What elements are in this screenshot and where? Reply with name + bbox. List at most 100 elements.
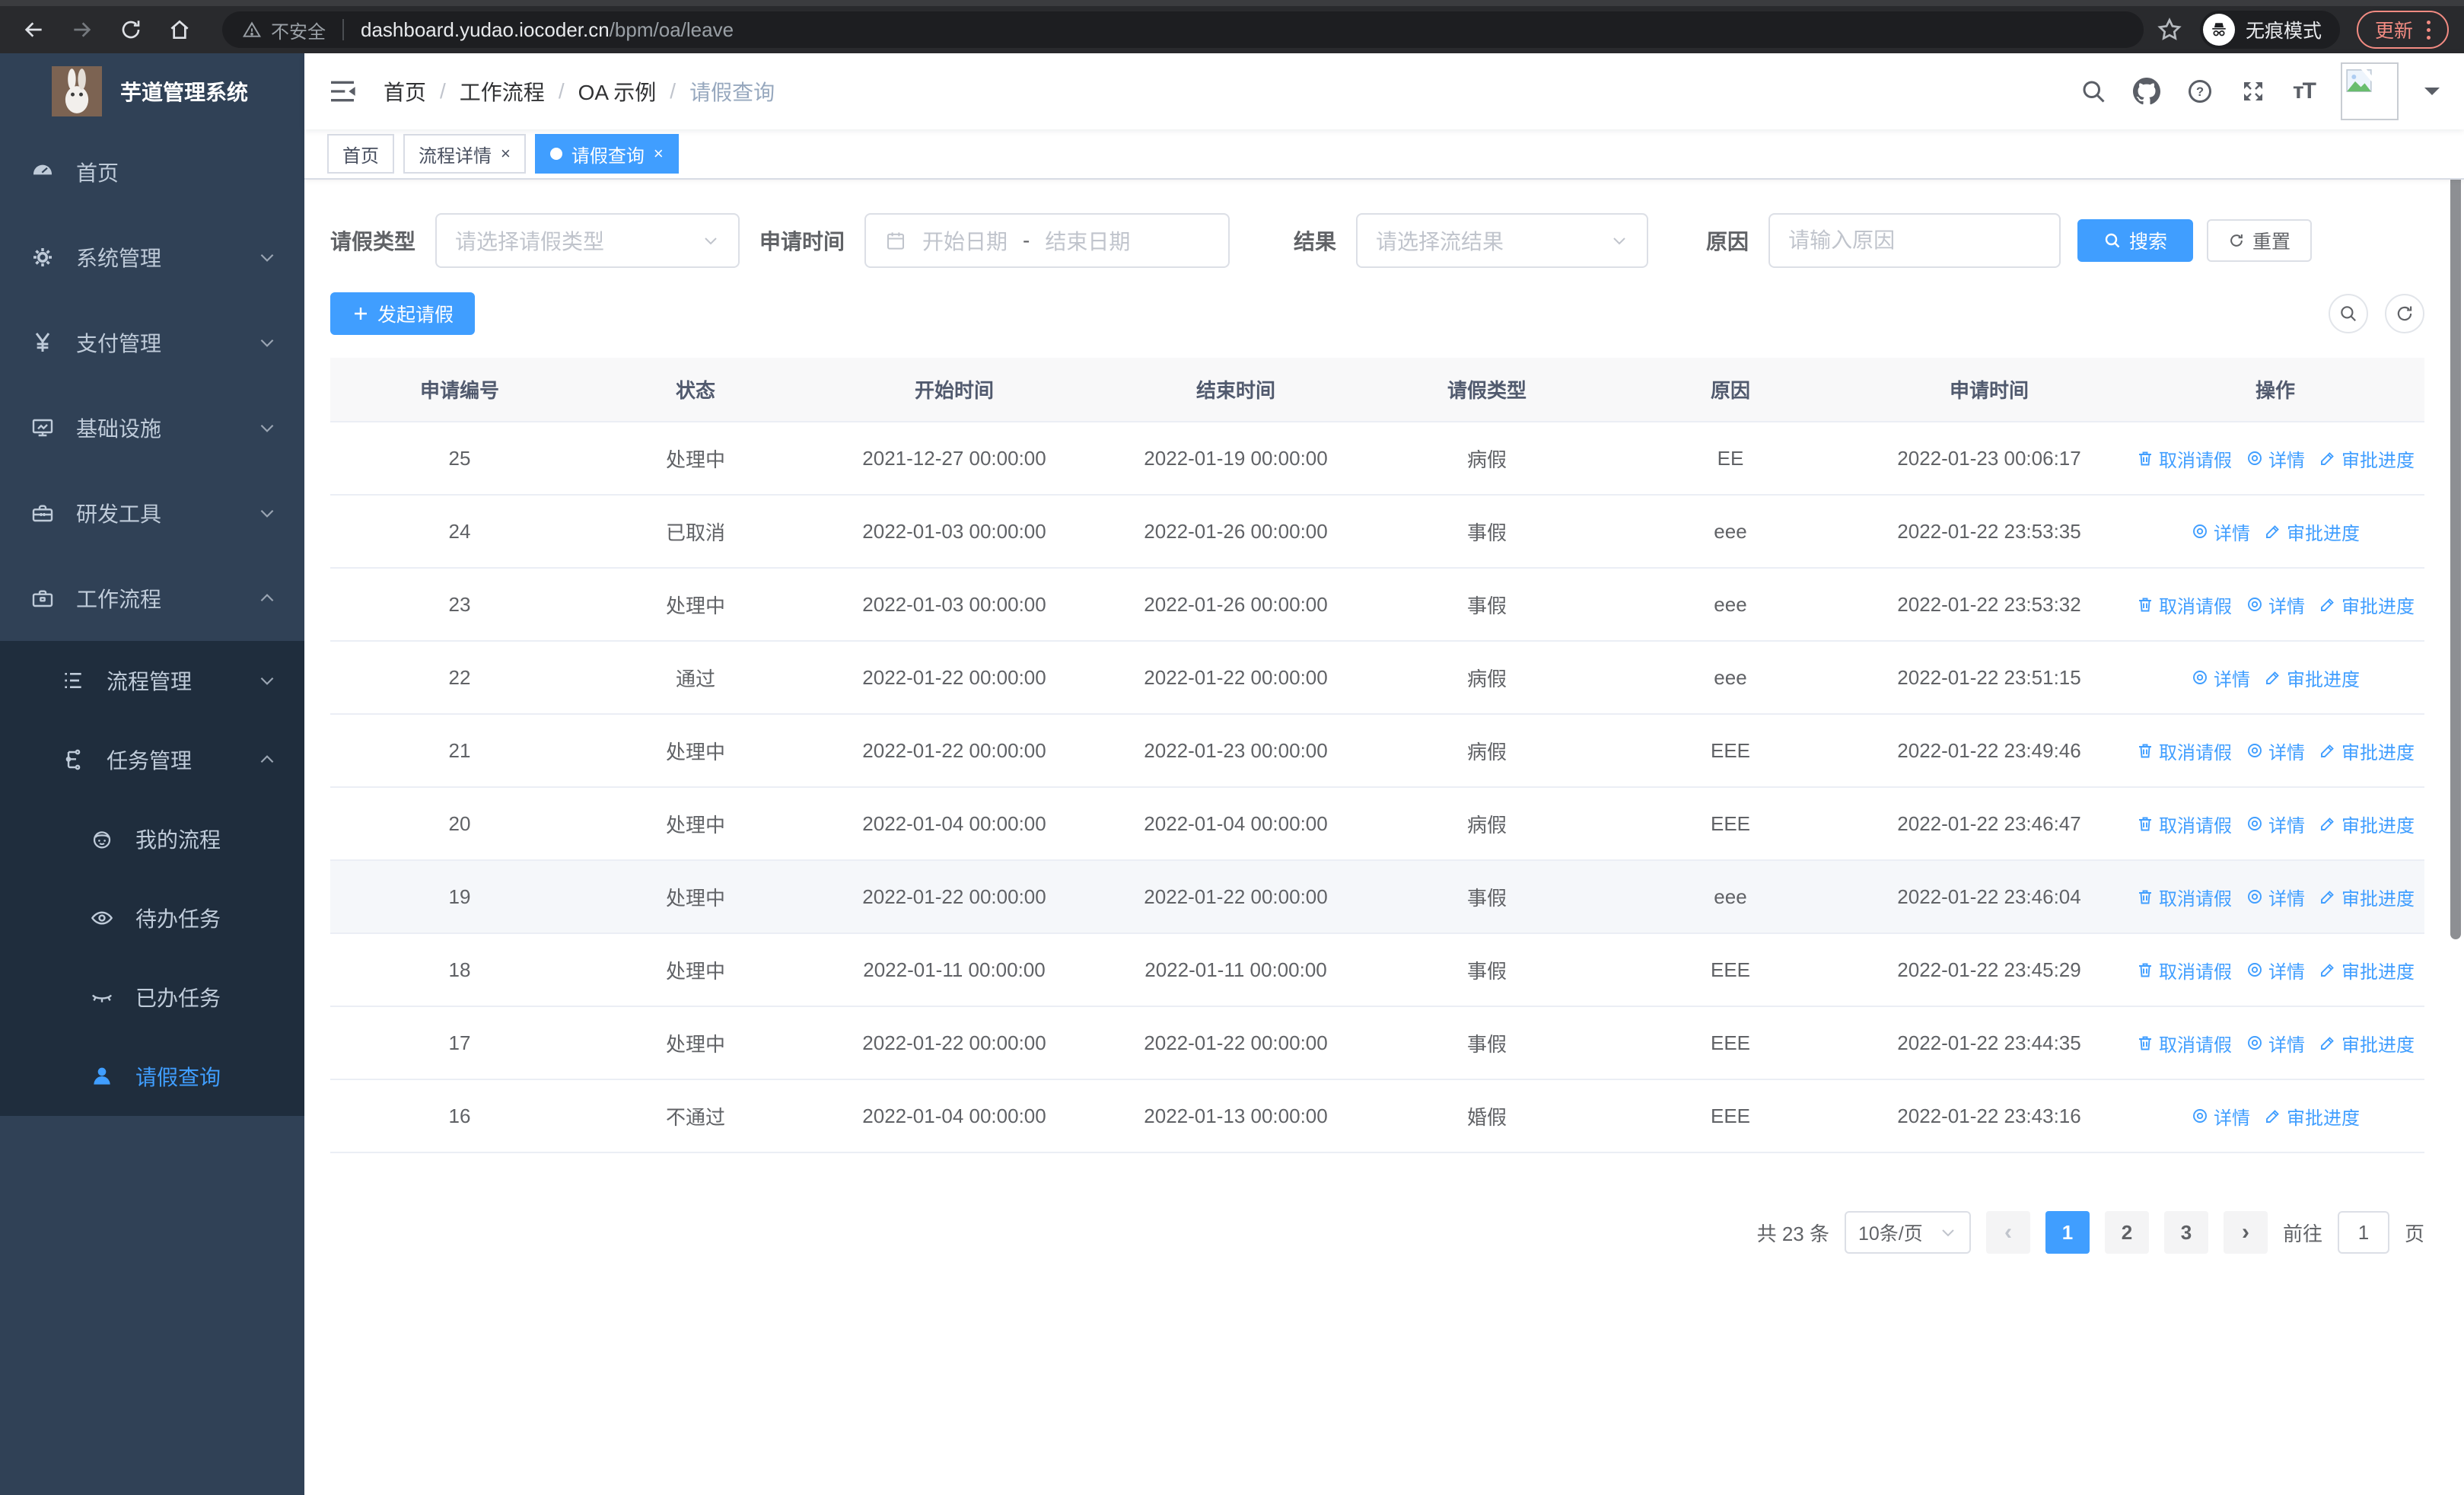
cancel-link[interactable]: 取消请假: [2136, 957, 2232, 983]
progress-link[interactable]: 审批进度: [2319, 957, 2415, 983]
security-label[interactable]: 不安全: [271, 17, 326, 43]
cell-status: 处理中: [589, 714, 802, 788]
detail-link[interactable]: 详情: [2246, 738, 2305, 764]
detail-link[interactable]: 详情: [2191, 518, 2250, 545]
browser-forward-icon[interactable]: [64, 11, 100, 48]
progress-link[interactable]: 审批进度: [2319, 738, 2415, 764]
browser-home-icon[interactable]: [161, 11, 198, 48]
detail-link[interactable]: 详情: [2191, 1103, 2250, 1130]
column-header: 结束时间: [1106, 358, 1365, 422]
sidebar-item-支付管理[interactable]: 支付管理: [0, 300, 304, 385]
detail-link[interactable]: 详情: [2191, 665, 2250, 691]
close-icon[interactable]: ×: [654, 145, 664, 162]
progress-link[interactable]: 审批进度: [2319, 884, 2415, 910]
sidebar-item-label: 任务管理: [107, 749, 193, 773]
sidebar-item-工作流程[interactable]: 工作流程: [0, 556, 304, 641]
table-search-toggle-button[interactable]: [2329, 294, 2368, 333]
page-scrollbar[interactable]: [2450, 56, 2461, 939]
detail-link[interactable]: 详情: [2246, 884, 2305, 910]
detail-link[interactable]: 详情: [2246, 591, 2305, 618]
sidebar-item-流程管理[interactable]: 流程管理: [0, 641, 304, 720]
page-button-1[interactable]: 1: [2045, 1211, 2090, 1254]
tab-流程详情[interactable]: 流程详情 ×: [403, 134, 526, 174]
sidebar-item-请假查询[interactable]: 请假查询: [0, 1037, 304, 1116]
sidebar-item-基础设施[interactable]: 基础设施: [0, 385, 304, 470]
breadcrumb-item[interactable]: 首页: [384, 76, 426, 107]
browser-back-icon[interactable]: [15, 11, 52, 48]
app-logo-row[interactable]: 芋道管理系统: [0, 53, 304, 129]
detail-link[interactable]: 详情: [2246, 445, 2305, 472]
cancel-link[interactable]: 取消请假: [2136, 1030, 2232, 1057]
bookmark-star-icon[interactable]: [2156, 16, 2183, 43]
security-warning-icon[interactable]: [242, 20, 262, 40]
avatar[interactable]: [2341, 62, 2399, 120]
breadcrumb-item[interactable]: 工作流程: [460, 76, 545, 107]
chevron-down-icon: [1610, 231, 1628, 250]
browser-update-button[interactable]: 更新: [2356, 11, 2449, 49]
result-select[interactable]: 请选择流结果: [1356, 213, 1649, 268]
cancel-link[interactable]: 取消请假: [2136, 445, 2232, 472]
active-tab-dot: [549, 148, 562, 160]
page-button-2[interactable]: 2: [2104, 1211, 2149, 1254]
fullscreen-icon[interactable]: [2240, 78, 2267, 105]
sidebar-item-首页[interactable]: 首页: [0, 129, 304, 215]
date-end-placeholder: 结束日期: [1045, 230, 1131, 253]
page-size-select[interactable]: 10条/页: [1844, 1211, 1971, 1254]
table-refresh-button[interactable]: [2385, 294, 2424, 333]
cancel-link[interactable]: 取消请假: [2136, 591, 2232, 618]
prev-page-button[interactable]: ‹: [1985, 1211, 2030, 1254]
cancel-link[interactable]: 取消请假: [2136, 811, 2232, 837]
chevron-down-icon: [257, 418, 277, 438]
browser-reload-icon[interactable]: [113, 11, 149, 48]
cancel-link[interactable]: 取消请假: [2136, 884, 2232, 910]
progress-link[interactable]: 审批进度: [2319, 445, 2415, 472]
page-button-3[interactable]: 3: [2163, 1211, 2208, 1254]
cell-start: 2022-01-04 00:00:00: [802, 1079, 1106, 1153]
font-size-icon[interactable]: ᴛT: [2293, 78, 2316, 104]
breadcrumb-item: 请假查询: [689, 81, 775, 104]
reason-input[interactable]: [1768, 213, 2061, 268]
help-icon[interactable]: ?: [2186, 78, 2214, 105]
detail-link[interactable]: 详情: [2246, 1030, 2305, 1057]
cell-reason: eee: [1609, 495, 1852, 569]
sidebar-item-研发工具[interactable]: 研发工具: [0, 470, 304, 556]
sidebar-collapse-icon[interactable]: [327, 76, 358, 107]
sidebar-item-待办任务[interactable]: 待办任务: [0, 878, 304, 958]
apply-time-range-picker[interactable]: 开始日期 - 结束日期: [864, 213, 1230, 268]
create-leave-button[interactable]: 发起请假: [330, 292, 476, 335]
detail-link[interactable]: 详情: [2246, 811, 2305, 837]
progress-link[interactable]: 审批进度: [2264, 1103, 2360, 1130]
search-icon: [2341, 306, 2356, 321]
address-bar[interactable]: 不安全 dashboard.yudao.iocoder.cn/bpm/oa/le…: [222, 11, 2144, 48]
sidebar-item-我的流程[interactable]: 我的流程: [0, 799, 304, 878]
cancel-link[interactable]: 取消请假: [2136, 738, 2232, 764]
tab-首页[interactable]: 首页: [327, 134, 394, 174]
tree-icon: [61, 748, 85, 772]
header-search-icon[interactable]: [2080, 78, 2107, 105]
progress-link[interactable]: 审批进度: [2319, 811, 2415, 837]
next-page-button[interactable]: ›: [2223, 1211, 2268, 1254]
avatar-caret-icon[interactable]: [2424, 88, 2440, 103]
sidebar-item-已办任务[interactable]: 已办任务: [0, 958, 304, 1037]
progress-link[interactable]: 审批进度: [2319, 1030, 2415, 1057]
tab-请假查询[interactable]: 请假查询 ×: [534, 134, 679, 174]
progress-label: 审批进度: [2341, 815, 2415, 837]
github-icon[interactable]: [2132, 78, 2160, 105]
reset-button[interactable]: 重置: [2207, 219, 2313, 262]
sidebar-item-label: 流程管理: [107, 670, 193, 693]
sidebar-item-系统管理[interactable]: 系统管理: [0, 215, 304, 300]
breadcrumb-item[interactable]: OA 示例: [578, 76, 657, 107]
chevron-down-icon: [257, 671, 277, 690]
detail-link[interactable]: 详情: [2246, 957, 2305, 983]
progress-link[interactable]: 审批进度: [2264, 518, 2360, 545]
leave-type-select[interactable]: 请选择请假类型: [435, 213, 740, 268]
progress-label: 审批进度: [2341, 596, 2415, 617]
close-icon[interactable]: ×: [501, 145, 511, 162]
progress-link[interactable]: 审批进度: [2319, 591, 2415, 618]
goto-page-input[interactable]: [2337, 1211, 2389, 1254]
progress-label: 审批进度: [2287, 523, 2360, 544]
search-button[interactable]: 搜索: [2077, 219, 2194, 262]
sidebar-item-任务管理[interactable]: 任务管理: [0, 720, 304, 799]
progress-link[interactable]: 审批进度: [2264, 665, 2360, 691]
browser-menu-icon[interactable]: [2427, 20, 2431, 40]
